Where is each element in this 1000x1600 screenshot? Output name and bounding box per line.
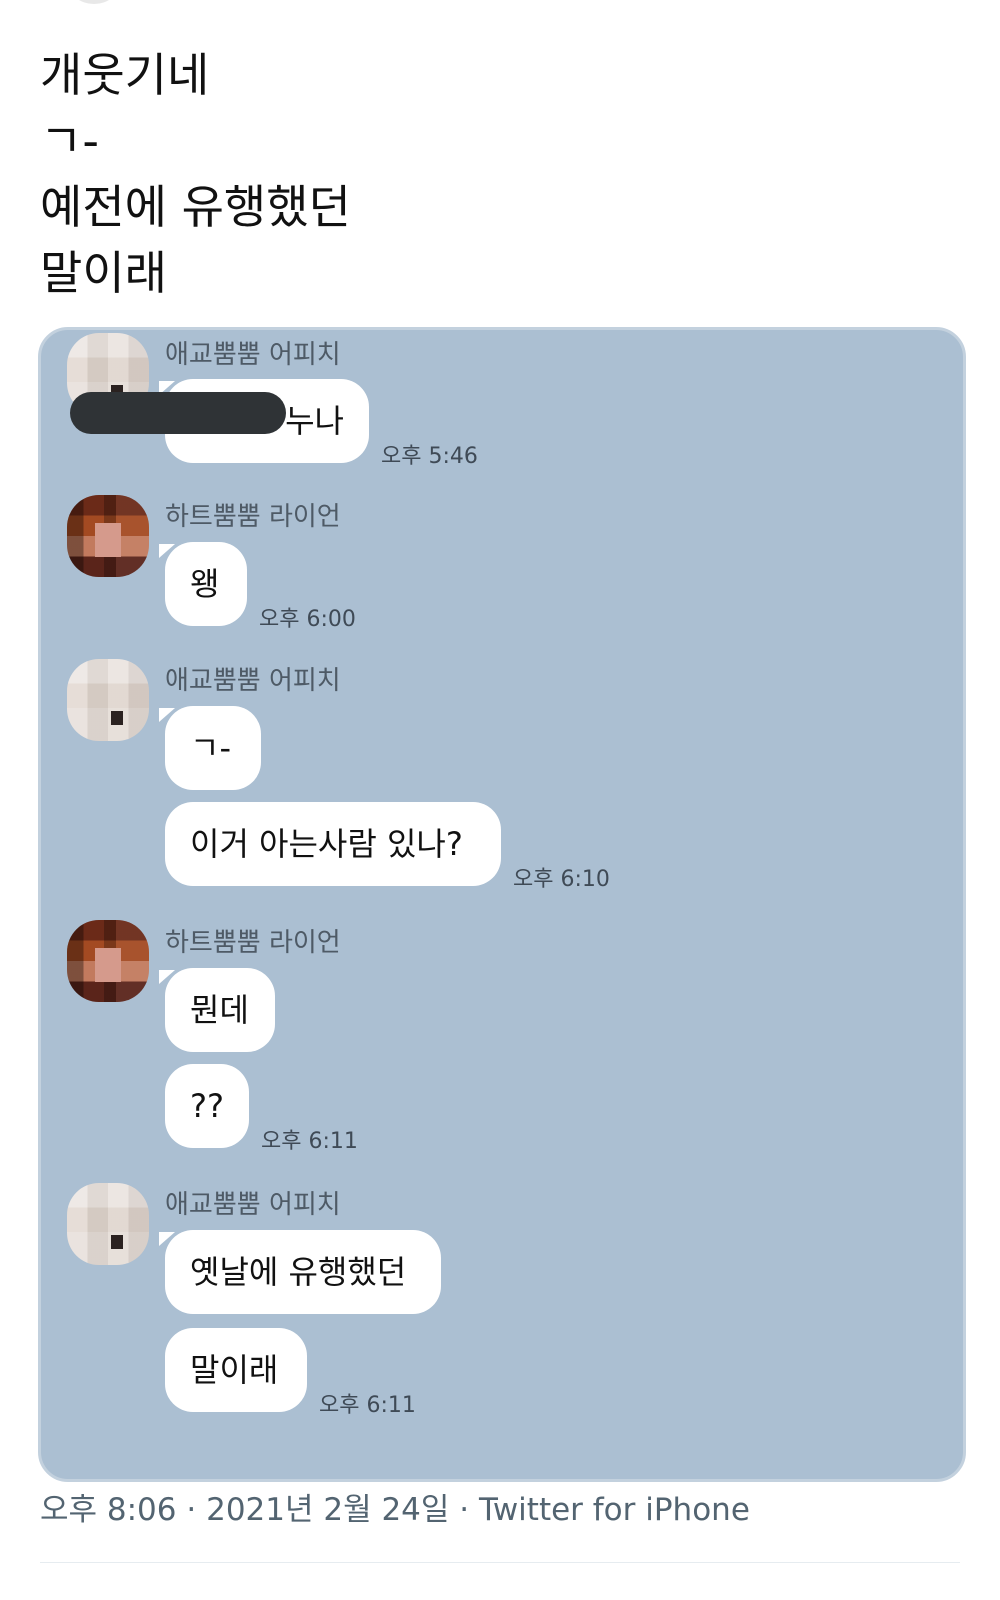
tweet-text-line: 예전에 유행했던: [40, 180, 351, 234]
tweet-time[interactable]: 오후 8:06: [40, 1492, 177, 1528]
chat-bubble: 이거 아는사람 있나?: [165, 802, 501, 886]
tweet-text-line: 개웃기네: [40, 48, 210, 102]
chat-bubble: ㄱ-: [165, 706, 261, 790]
message-time: 오후 6:11: [319, 1393, 416, 1418]
tweet-text-line: 말이래: [40, 246, 167, 300]
message-time: 오후 6:00: [259, 607, 356, 632]
chat-bubble: 옛날에 유행했던: [165, 1230, 441, 1314]
chat-bubble: 말이래: [165, 1328, 307, 1412]
lion-avatar: [67, 920, 149, 1002]
sender-name: 하트뿜뿜 라이언: [165, 928, 341, 958]
message-time: 오후 6:11: [261, 1129, 358, 1154]
tweet-source[interactable]: Twitter for iPhone: [479, 1492, 750, 1528]
tweet-date[interactable]: 2021년 2월 24일: [206, 1492, 449, 1528]
chat-bubble: 뭔데: [165, 968, 275, 1052]
sender-name: 하트뿜뿜 라이언: [165, 502, 341, 532]
peach-avatar: [67, 659, 149, 741]
peach-avatar: [67, 1183, 149, 1265]
sender-name: 애교뿜뿜 어피치: [165, 1190, 341, 1220]
chat-bubble: 왱: [165, 542, 247, 626]
meta-separator: ·: [186, 1492, 197, 1528]
message-time: 오후 5:46: [381, 444, 478, 469]
tweet-text-line: ㄱ-: [40, 114, 99, 168]
chat-screenshot-image[interactable]: 애교뿜뿜 어피치 누나 오후 5:46 하트뿜뿜 라이언 왱 오후 6:00 애…: [38, 327, 966, 1482]
redaction-bar: [70, 392, 286, 434]
meta-separator: ·: [459, 1492, 470, 1528]
chat-bubble: ??: [165, 1064, 249, 1148]
tweet-text: 개웃기네 ㄱ- 예전에 유행했던 말이래: [40, 42, 940, 306]
lion-avatar: [67, 495, 149, 577]
tweet-meta: 오후 8:06 · 2021년 2월 24일 · Twitter for iPh…: [40, 1484, 750, 1529]
sender-name: 애교뿜뿜 어피치: [165, 340, 341, 370]
tweet-author-avatar[interactable]: [68, 0, 120, 4]
message-time: 오후 6:10: [513, 867, 610, 892]
divider: [40, 1562, 960, 1563]
sender-name: 애교뿜뿜 어피치: [165, 666, 341, 696]
